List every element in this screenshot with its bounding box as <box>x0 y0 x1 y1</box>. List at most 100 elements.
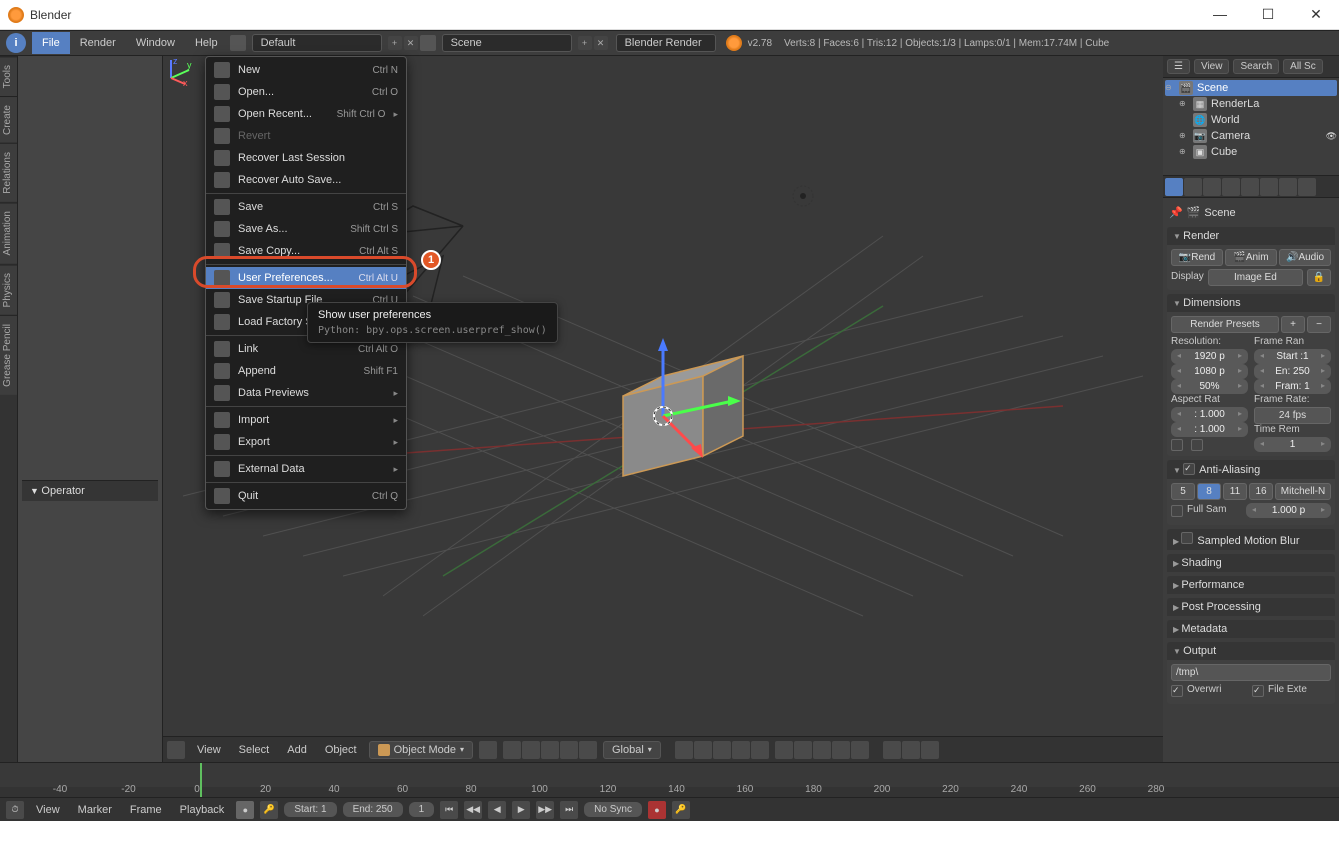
tab-tools[interactable]: Tools <box>0 56 17 96</box>
file-menu-open-recent-[interactable]: Open Recent...Shift Ctrl O <box>206 103 406 125</box>
prop-tab-layers[interactable] <box>1184 178 1202 196</box>
outliner-camera[interactable]: ⊕📷Camera👁 <box>1179 128 1337 144</box>
shading-mode-icon[interactable] <box>479 741 497 759</box>
outliner-filter[interactable]: All Sc <box>1283 59 1323 74</box>
tl-menu-playback[interactable]: Playback <box>174 804 231 816</box>
file-menu-append[interactable]: AppendShift F1 <box>206 360 406 382</box>
fullsample-check[interactable] <box>1171 505 1183 517</box>
menu-window[interactable]: Window <box>126 37 185 49</box>
keyframe-next-icon[interactable]: ▶▶ <box>536 801 554 819</box>
outliner-search[interactable]: Search <box>1233 59 1279 74</box>
tab-relations[interactable]: Relations <box>0 143 17 202</box>
record-icon[interactable]: ● <box>236 801 254 819</box>
render-panel-header[interactable]: Render <box>1167 227 1335 245</box>
prop-tab-render[interactable] <box>1165 178 1183 196</box>
aa-filter[interactable]: Mitchell-N <box>1275 483 1331 500</box>
layers-grid[interactable] <box>675 741 869 759</box>
timeline-cursor[interactable] <box>200 763 202 797</box>
scene-remove-button[interactable]: ✕ <box>594 36 608 50</box>
res-y[interactable]: 1080 p <box>1171 364 1248 379</box>
snap-icon[interactable] <box>579 741 597 759</box>
layout-remove-button[interactable]: ✕ <box>404 36 418 50</box>
layers-icon[interactable] <box>541 741 559 759</box>
tab-create[interactable]: Create <box>0 96 17 143</box>
preset-remove[interactable]: − <box>1307 316 1331 333</box>
end-frame-field[interactable]: End: 250 <box>343 802 403 817</box>
camera-icon[interactable] <box>921 741 939 759</box>
frame-step[interactable]: Fram: 1 <box>1254 379 1331 394</box>
menu-render[interactable]: Render <box>70 37 126 49</box>
key-icon[interactable]: 🔑 <box>260 801 278 819</box>
tab-physics[interactable]: Physics <box>0 264 17 315</box>
proportional-icon[interactable] <box>560 741 578 759</box>
file-menu-user-preferences-[interactable]: User Preferences...Ctrl Alt U <box>206 267 406 289</box>
manipulator-icon[interactable] <box>522 741 540 759</box>
scene-add-button[interactable]: + <box>578 36 592 50</box>
keying-set-icon[interactable]: 🔑 <box>672 801 690 819</box>
aa-8[interactable]: 8 <box>1197 483 1221 500</box>
mode-selector[interactable]: Object Mode ▾ <box>369 741 473 759</box>
scene-selector[interactable]: Scene <box>442 34 572 52</box>
tab-animation[interactable]: Animation <box>0 202 17 263</box>
outliner-world[interactable]: 🌐World <box>1179 112 1337 128</box>
file-menu-data-previews[interactable]: Data Previews <box>206 382 406 404</box>
tl-menu-marker[interactable]: Marker <box>72 804 118 816</box>
menu-help[interactable]: Help <box>185 37 228 49</box>
prop-tab-scene[interactable] <box>1203 178 1221 196</box>
fps-selector[interactable]: 24 fps <box>1254 407 1331 424</box>
file-menu-quit[interactable]: QuitCtrl Q <box>206 485 406 507</box>
vp-menu-object[interactable]: Object <box>319 744 363 756</box>
start-frame-field[interactable]: Start: 1 <box>284 802 336 817</box>
preset-add[interactable]: + <box>1281 316 1305 333</box>
layout-selector[interactable]: Default <box>252 34 382 52</box>
file-menu-save-as-[interactable]: Save As...Shift Ctrl S <box>206 218 406 240</box>
menu-file[interactable]: File <box>32 32 70 54</box>
metadata-panel-header[interactable]: Metadata <box>1167 620 1335 638</box>
editor-type-icon[interactable] <box>167 741 185 759</box>
tab-grease-pencil[interactable]: Grease Pencil <box>0 315 17 395</box>
file-menu-external-data[interactable]: External Data <box>206 458 406 480</box>
aa-11[interactable]: 11 <box>1223 483 1247 500</box>
render-anim-button[interactable]: 🎬Anim <box>1225 249 1277 266</box>
fileext-check[interactable] <box>1252 685 1264 697</box>
jump-end-icon[interactable]: ⏭ <box>560 801 578 819</box>
play-icon[interactable]: ▶ <box>512 801 530 819</box>
jump-start-icon[interactable]: ⏮ <box>440 801 458 819</box>
info-editor-icon[interactable]: i <box>6 33 26 53</box>
scene-browse-icon[interactable] <box>420 35 436 51</box>
outliner-renderlayers[interactable]: ⊕▦RenderLa <box>1179 96 1337 112</box>
file-menu-open-[interactable]: Open...Ctrl O <box>206 81 406 103</box>
prop-tab-object[interactable] <box>1241 178 1259 196</box>
screen-layout-icon[interactable] <box>230 35 246 51</box>
outliner-view[interactable]: View <box>1194 59 1230 74</box>
prop-tab-constraints[interactable] <box>1260 178 1278 196</box>
outliner-scene[interactable]: ⊖🎬Scene <box>1165 80 1337 96</box>
render-engine-selector[interactable]: Blender Render <box>616 34 716 52</box>
lock-interface-icon[interactable]: 🔒 <box>1307 269 1331 286</box>
file-menu-new[interactable]: NewCtrl N <box>206 59 406 81</box>
outliner-cube[interactable]: ⊕▣Cube <box>1179 144 1337 160</box>
file-menu-save[interactable]: SaveCtrl S <box>206 196 406 218</box>
res-pct[interactable]: 50% <box>1171 379 1248 394</box>
vp-menu-add[interactable]: Add <box>281 744 313 756</box>
window-close-button[interactable]: ✕ <box>1301 6 1331 23</box>
prop-tab-modifiers[interactable] <box>1279 178 1297 196</box>
file-menu-export[interactable]: Export <box>206 431 406 453</box>
performance-panel-header[interactable]: Performance <box>1167 576 1335 594</box>
aa-5[interactable]: 5 <box>1171 483 1195 500</box>
play-reverse-icon[interactable]: ◀ <box>488 801 506 819</box>
aspect-y[interactable]: : 1.000 <box>1171 422 1248 437</box>
display-mode[interactable]: Image Ed <box>1208 269 1303 286</box>
timeline-ruler[interactable]: -40-200204060801001201401601802002202402… <box>0 763 1339 797</box>
orientation-selector[interactable]: Global ▾ <box>603 741 661 759</box>
aa-16[interactable]: 16 <box>1249 483 1273 500</box>
window-maximize-button[interactable]: ☐ <box>1253 6 1283 23</box>
shading-panel-header[interactable]: Shading <box>1167 554 1335 572</box>
aa-size[interactable]: 1.000 p <box>1246 503 1331 518</box>
file-menu-save-copy-[interactable]: Save Copy...Ctrl Alt S <box>206 240 406 262</box>
pivot-icon[interactable] <box>503 741 521 759</box>
res-x[interactable]: 1920 p <box>1171 349 1248 364</box>
render-presets[interactable]: Render Presets <box>1171 316 1279 333</box>
tl-menu-view[interactable]: View <box>30 804 66 816</box>
overwrite-check[interactable] <box>1171 685 1183 697</box>
